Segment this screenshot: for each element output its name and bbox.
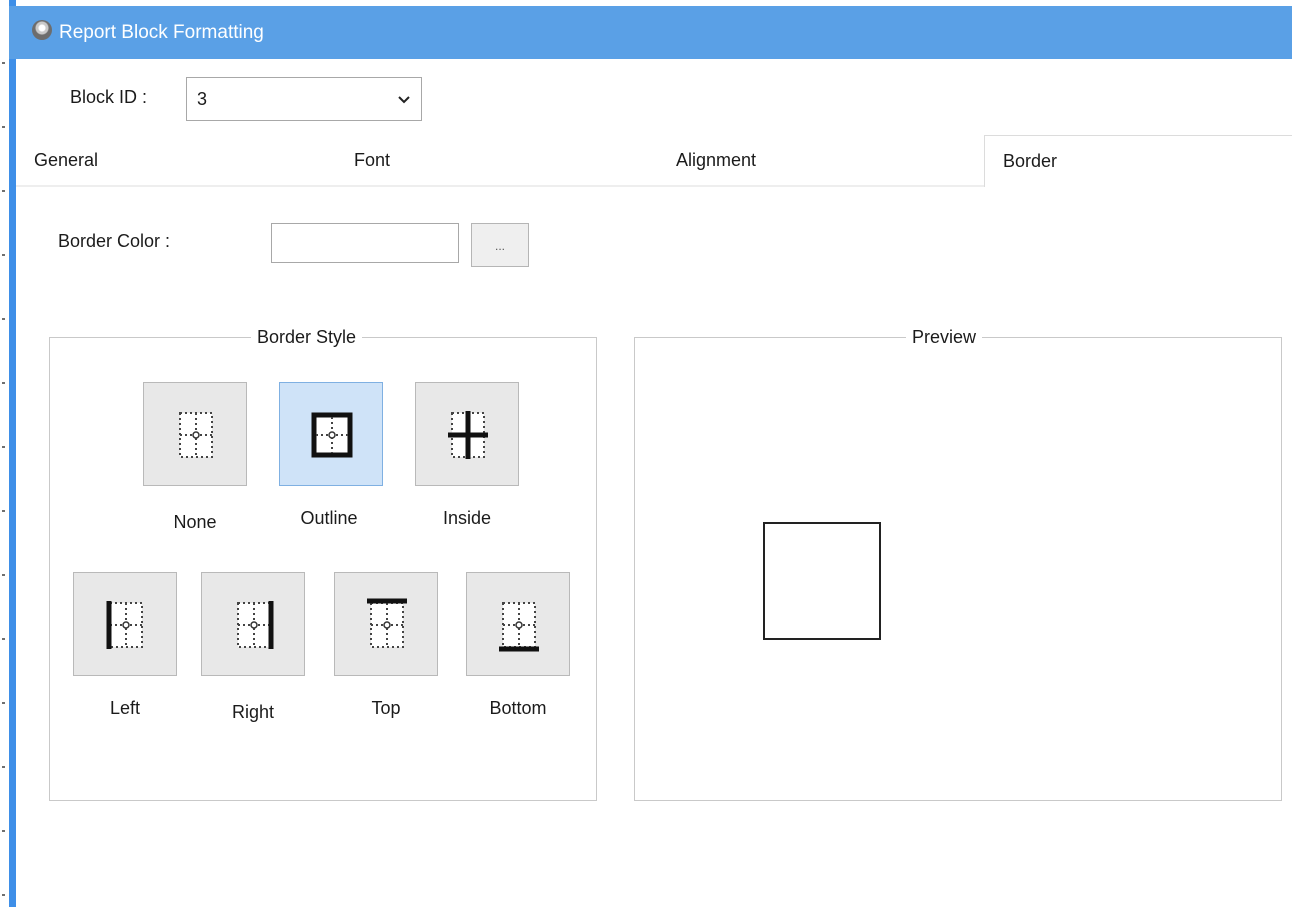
tab-font-label: Font: [354, 150, 391, 170]
tab-border-label: Border: [1003, 151, 1058, 171]
border-right-button[interactable]: [201, 572, 305, 676]
border-left-button[interactable]: [73, 572, 177, 676]
border-top-caption: Top: [371, 698, 401, 718]
border-top-button[interactable]: [334, 572, 438, 676]
dialog-content: Block ID : 3 General Font Alignment Bord…: [16, 59, 1292, 907]
border-style-group: Border Style None Outline Inside Left Ri…: [49, 327, 597, 801]
border-none-button[interactable]: [143, 382, 247, 486]
border-outline-button[interactable]: [279, 382, 383, 486]
window-title: Report Block Formatting: [59, 22, 264, 43]
border-bottom-button[interactable]: [466, 572, 570, 676]
block-id-value: 3: [197, 89, 208, 109]
tab-alignment-label: Alignment: [676, 150, 757, 170]
border-none-caption: None: [173, 512, 217, 532]
border-color-browse-button[interactable]: ...: [471, 223, 529, 267]
tab-general-label: General: [34, 150, 99, 170]
border-bottom-caption: Bottom: [489, 698, 547, 718]
tab-border[interactable]: Border: [984, 135, 1292, 187]
app-icon: [32, 20, 52, 40]
border-left-caption: Left: [109, 698, 141, 718]
border-right-icon: [237, 601, 274, 649]
border-outline-icon: [311, 412, 353, 458]
window-accent-bar: [9, 0, 16, 907]
block-id-select[interactable]: 3: [186, 77, 422, 121]
border-tab-panel: Border Color : ... Border Style None Out…: [16, 187, 1292, 907]
border-style-title: Border Style: [257, 327, 357, 347]
border-color-field[interactable]: [271, 223, 459, 263]
chevron-down-icon: [398, 96, 410, 104]
border-left-icon: [106, 601, 143, 649]
block-id-label: Block ID :: [70, 87, 148, 107]
preview-group: Preview: [634, 327, 1282, 801]
border-outline-caption: Outline: [300, 508, 358, 528]
border-inside-icon: [448, 411, 488, 459]
tab-strip: General Font Alignment Border: [16, 135, 1292, 187]
border-bottom-icon: [499, 602, 539, 652]
border-none-icon: [179, 412, 213, 458]
border-top-icon: [367, 598, 407, 648]
preview-title: Preview: [912, 327, 977, 347]
border-color-label: Border Color :: [58, 231, 171, 251]
window-edge-ticks: [2, 0, 5, 907]
tab-font[interactable]: Font: [336, 135, 656, 187]
tab-general[interactable]: General: [16, 135, 336, 187]
title-bar[interactable]: Report Block Formatting: [9, 6, 1292, 59]
preview-square: [763, 522, 881, 640]
border-inside-button[interactable]: [415, 382, 519, 486]
border-right-caption: Right: [231, 702, 275, 722]
border-inside-caption: Inside: [442, 508, 492, 528]
tab-alignment[interactable]: Alignment: [656, 135, 986, 187]
